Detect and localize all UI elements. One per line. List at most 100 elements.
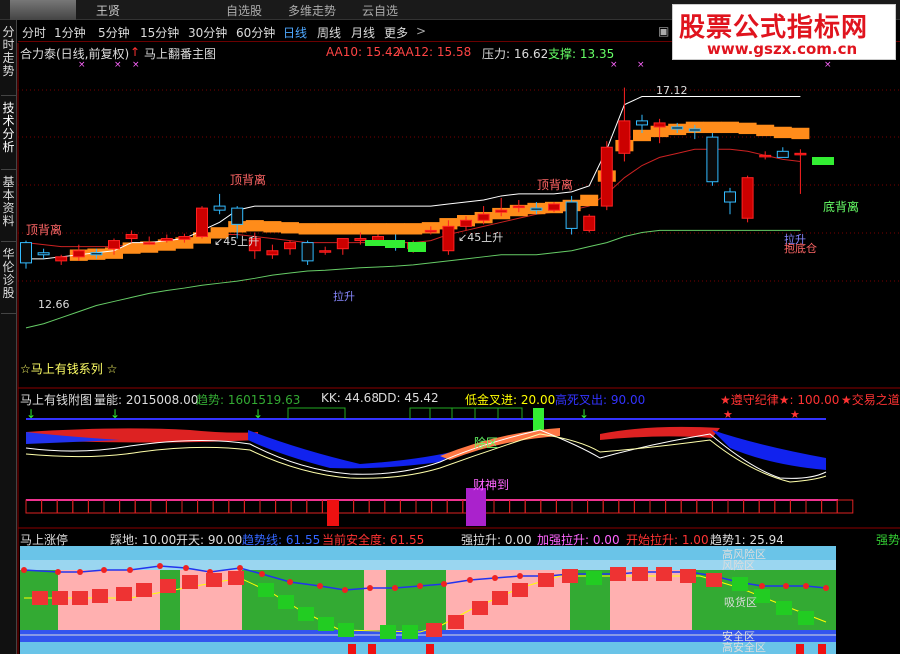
safety-dot [417, 583, 423, 589]
blue-area [712, 430, 826, 470]
pull-block [338, 623, 354, 637]
candle-up [583, 215, 596, 231]
fortune-cell [259, 499, 277, 514]
safety-dot [803, 583, 809, 589]
pull-block [680, 569, 696, 583]
fortune-cell [711, 499, 729, 514]
pull-up-label: 拉升 [333, 290, 355, 303]
fortune-cell [509, 499, 526, 514]
top-divergence-label: 顶背离 [230, 173, 267, 187]
fortune-cell [415, 499, 433, 514]
trend-band-block [791, 127, 810, 140]
candle-down [724, 191, 736, 203]
candle-up [442, 225, 455, 252]
candle-up [160, 238, 173, 242]
pull-block [52, 591, 68, 605]
down-arrow-icon: ↓ [253, 407, 263, 421]
top-divergence-label: 顶背离 [537, 178, 574, 192]
fortune-label: 财神到 [473, 478, 510, 492]
pull-block [472, 601, 488, 615]
star-icon: ★ [790, 408, 800, 421]
candle-down [231, 207, 244, 225]
fortune-cell [353, 499, 370, 514]
candle-up [495, 209, 508, 213]
fortune-cell [103, 499, 121, 514]
star-icon: ★ [723, 408, 733, 421]
fortune-cell [555, 499, 573, 514]
pull-block [298, 607, 314, 621]
fortune-cell [243, 499, 261, 514]
candle-down [37, 252, 50, 256]
fortune-cell [399, 499, 417, 514]
start-pull-value: 开始拉升: 1.00 [626, 533, 709, 547]
trend-band-block [263, 221, 282, 233]
zone-risk: 风险区 [722, 559, 755, 572]
high-price-label: 17.12 [656, 84, 688, 97]
panel3-title[interactable]: 马上涨停 [20, 531, 68, 548]
pull-block [116, 587, 132, 601]
logo-url: www.gszx.com.cn [707, 40, 858, 58]
fortune-cell [789, 499, 807, 514]
fortune-cell [25, 499, 43, 514]
safety-dot [759, 583, 765, 589]
signal-bar [812, 157, 834, 165]
fortune-cell [649, 499, 667, 514]
trend-band-block [245, 220, 264, 232]
fortune-cell [727, 499, 745, 514]
fortune-cell [72, 499, 89, 514]
fortune-cell [618, 499, 635, 514]
fortune-cell [337, 499, 355, 514]
candle-up [196, 207, 208, 238]
trend-band-block [756, 124, 775, 137]
red-area [600, 426, 720, 440]
discipline-value: ★遵守纪律★: 100.00 [720, 393, 840, 407]
pull-block [380, 625, 396, 639]
zone-high-safe: 高安全区 [722, 641, 766, 654]
candle-up [424, 229, 437, 233]
safety-dot [21, 567, 27, 573]
candle-up [266, 250, 279, 256]
candle-down [565, 201, 578, 229]
trend-band-block [281, 222, 299, 234]
fortune-bar [466, 488, 486, 526]
pull-block [92, 589, 108, 603]
candle-down [671, 126, 684, 130]
pull-block [656, 567, 672, 581]
site-logo: 股票公式指标网 www.gszx.com.cn [672, 4, 896, 60]
bottom-marker [348, 644, 356, 654]
candle-up [477, 213, 490, 221]
candle-up [600, 146, 613, 207]
pull-block [160, 579, 176, 593]
candle-up [108, 240, 120, 250]
candle-up [741, 177, 754, 219]
golden-cross-value: 低金叉进: 20.00 [465, 393, 556, 407]
fortune-cell [836, 499, 854, 514]
candle-down [776, 150, 789, 158]
candle-up [794, 152, 807, 156]
low-price-label: 12.66 [38, 298, 70, 311]
orange-area [440, 428, 560, 460]
safety-dot [157, 563, 163, 569]
trend-band-block [369, 223, 387, 235]
fortune-cell [665, 499, 682, 514]
phase-segment [386, 570, 446, 630]
trend-band-block [316, 223, 335, 235]
candle-down [301, 242, 314, 262]
signal-step [287, 407, 346, 419]
zone-band [20, 546, 836, 560]
pull-block [72, 591, 88, 605]
safety-dot [342, 587, 348, 593]
trend-line-value: 趋势线: 61.55 [242, 533, 321, 547]
fortune-cell [696, 499, 713, 514]
sky-value: 开天: 90.00 [176, 533, 243, 547]
candle-down [213, 205, 226, 211]
cross-marker: × [610, 60, 618, 70]
fortune-cell [493, 499, 511, 514]
logo-title: 股票公式指标网 [679, 13, 869, 43]
fortune-cell [602, 499, 620, 514]
pull-block [538, 573, 554, 587]
fortune-cell [119, 499, 136, 514]
candle-up [72, 250, 85, 258]
fortune-cell [87, 499, 105, 514]
panel2-title[interactable]: 马上有钱附图 [20, 391, 92, 408]
